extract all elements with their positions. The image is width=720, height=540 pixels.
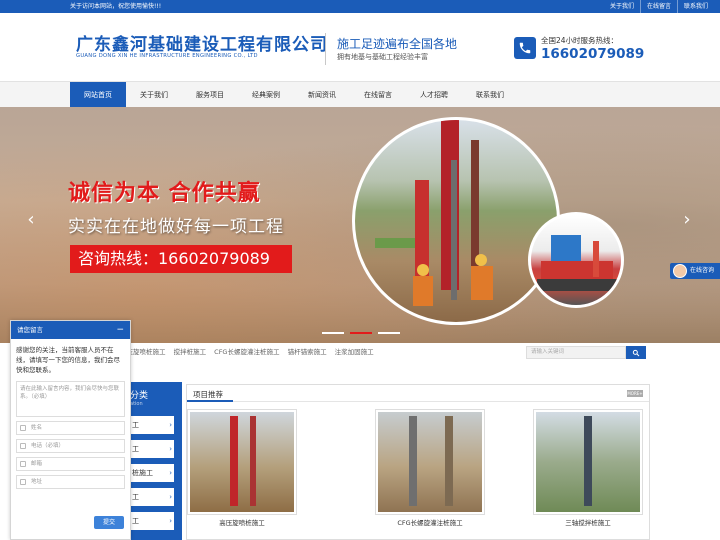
product-caption[interactable]: 三轴搅拌桩施工	[533, 517, 643, 527]
mail-icon	[20, 461, 26, 467]
chevron-right-icon: ›	[169, 469, 172, 477]
consult-label: 在线咨询	[690, 267, 715, 274]
product-card[interactable]	[187, 409, 297, 515]
chat-header[interactable]: 请您留言 −	[11, 321, 130, 339]
header-slogan: 施工足迹遍布全国各地	[337, 37, 458, 51]
banner-pagination	[322, 332, 400, 334]
keyword-link[interactable]: CFG长螺旋灌注桩施工	[214, 348, 279, 356]
user-icon	[20, 425, 26, 431]
search-button[interactable]	[626, 346, 646, 359]
nav-item-jobs[interactable]: 人才招聘	[406, 82, 462, 108]
address-field[interactable]: 地址	[16, 475, 125, 489]
search-icon	[632, 349, 640, 356]
hotline-number: 16602079089	[541, 46, 645, 62]
phone-icon	[20, 443, 26, 449]
header-slogan-sub: 拥有地基与基础工程经验丰富	[337, 53, 428, 61]
nav-item-message[interactable]: 在线留言	[350, 82, 406, 108]
nav-item-cases[interactable]: 经典案例	[238, 82, 294, 108]
welcome-text: 关于访问本网站，祝您使用愉快!!!	[70, 3, 162, 10]
product-card[interactable]	[533, 409, 643, 515]
name-field[interactable]: 姓名	[16, 421, 125, 435]
message-textarea[interactable]: 请在此输入留言内容，我们会尽快与您联系。（必填）	[16, 381, 125, 417]
banner-prev-arrow[interactable]: ‹	[24, 210, 38, 230]
banner-hotline: 咨询热线：16602079089	[70, 245, 292, 273]
location-icon	[20, 479, 26, 485]
section-title: 项目推荐	[193, 390, 223, 399]
category-item[interactable]: 工 ›	[130, 488, 174, 506]
category-item[interactable]: 工 ›	[130, 512, 174, 530]
hot-keywords: 高压旋喷桩施工 搅拌桩施工 CFG长螺旋灌注桩施工 锚杆锚索施工 注浆加固施工	[120, 343, 380, 361]
banner-next-arrow[interactable]: ›	[680, 210, 694, 230]
minimize-icon[interactable]: −	[116, 321, 124, 339]
chevron-right-icon: ›	[169, 517, 172, 525]
submit-button[interactable]: 提交	[94, 516, 124, 529]
top-link-contact[interactable]: 联系我们	[676, 0, 714, 13]
more-link[interactable]: MORE+	[627, 390, 643, 397]
site-header: 广东鑫河基础建设工程有限公司 GUANG DONG XIN HE INFRAST…	[0, 13, 720, 81]
category-item[interactable]: 工 ›	[130, 440, 174, 458]
company-logo-name[interactable]: 广东鑫河基础建设工程有限公司	[76, 30, 328, 55]
chevron-right-icon: ›	[169, 493, 172, 501]
product-card[interactable]	[375, 409, 485, 515]
hotline-label: 全国24小时服务热线：	[541, 36, 619, 45]
section-divider	[187, 400, 649, 402]
hero-banner[interactable]: 诚信为本 合作共赢 实实在在地做好每一项工程 咨询热线：16602079089 …	[0, 107, 720, 343]
top-bar: 关于访问本网站，祝您使用愉快!!! 关于我们 在线留言 联系我们	[0, 0, 720, 13]
banner-photo-drilling-rig	[352, 117, 560, 325]
product-image	[536, 412, 640, 512]
search-input[interactable]: 请输入关键词	[526, 346, 626, 359]
product-caption[interactable]: CFG长螺旋灌注桩施工	[375, 517, 485, 527]
category-item[interactable]: 工 ›	[130, 416, 174, 434]
keyword-link[interactable]: 搅拌桩施工	[174, 348, 207, 356]
company-english-name: GUANG DONG XIN HE INFRASTRUCTURE ENGINEE…	[76, 53, 258, 59]
chat-offline-message: 感谢您的关注，当前客服人员不在线，请填写一下您的信息，我们会尽快和您联系。	[16, 346, 120, 374]
email-field[interactable]: 邮箱	[16, 457, 125, 471]
banner-photo-machine	[528, 212, 624, 308]
leave-message-widget: 请您留言 − 感谢您的关注，当前客服人员不在线，请填写一下您的信息，我们会尽快和…	[10, 320, 131, 540]
banner-dot-2[interactable]	[350, 332, 372, 334]
keyword-link[interactable]: 注浆加固施工	[335, 348, 374, 356]
banner-tagline: 诚信为本 合作共赢	[68, 181, 261, 206]
nav-item-home[interactable]: 网站首页	[70, 82, 126, 108]
top-link-about[interactable]: 关于我们	[604, 0, 640, 13]
nav-item-services[interactable]: 服务项目	[182, 82, 238, 108]
nav-item-news[interactable]: 新闻资讯	[294, 82, 350, 108]
chevron-right-icon: ›	[169, 421, 172, 429]
nav-item-about[interactable]: 关于我们	[126, 82, 182, 108]
chevron-right-icon: ›	[169, 445, 172, 453]
featured-projects: 项目推荐 MORE+ 高压旋喷桩施工 CFG长螺旋灌注桩施工 三轴搅拌桩施工	[186, 384, 650, 540]
product-caption[interactable]: 高压旋喷桩施工	[187, 517, 297, 527]
top-link-message[interactable]: 在线留言	[639, 0, 677, 13]
banner-dot-1[interactable]	[322, 332, 344, 334]
banner-subtagline: 实实在在地做好每一项工程	[68, 217, 284, 237]
online-consult-button[interactable]: 在线咨询	[670, 263, 720, 279]
consultant-avatar	[673, 264, 687, 278]
banner-dot-3[interactable]	[378, 332, 400, 334]
phone-field[interactable]: 电话（必填）	[16, 439, 125, 453]
nav-item-contact[interactable]: 联系我们	[462, 82, 518, 108]
category-item[interactable]: 桩施工 ›	[130, 464, 174, 482]
chat-title: 请您留言	[17, 326, 43, 334]
product-image	[190, 412, 294, 512]
category-subtitle: ation	[130, 401, 143, 407]
main-nav: 网站首页 关于我们 服务项目 经典案例 新闻资讯 在线留言 人才招聘 联系我们	[0, 81, 720, 108]
header-divider	[325, 33, 326, 65]
phone-icon	[514, 37, 536, 59]
keyword-link[interactable]: 锚杆锚索施工	[288, 348, 327, 356]
product-image	[378, 412, 482, 512]
top-links: 关于我们 在线留言 联系我们	[604, 0, 714, 13]
